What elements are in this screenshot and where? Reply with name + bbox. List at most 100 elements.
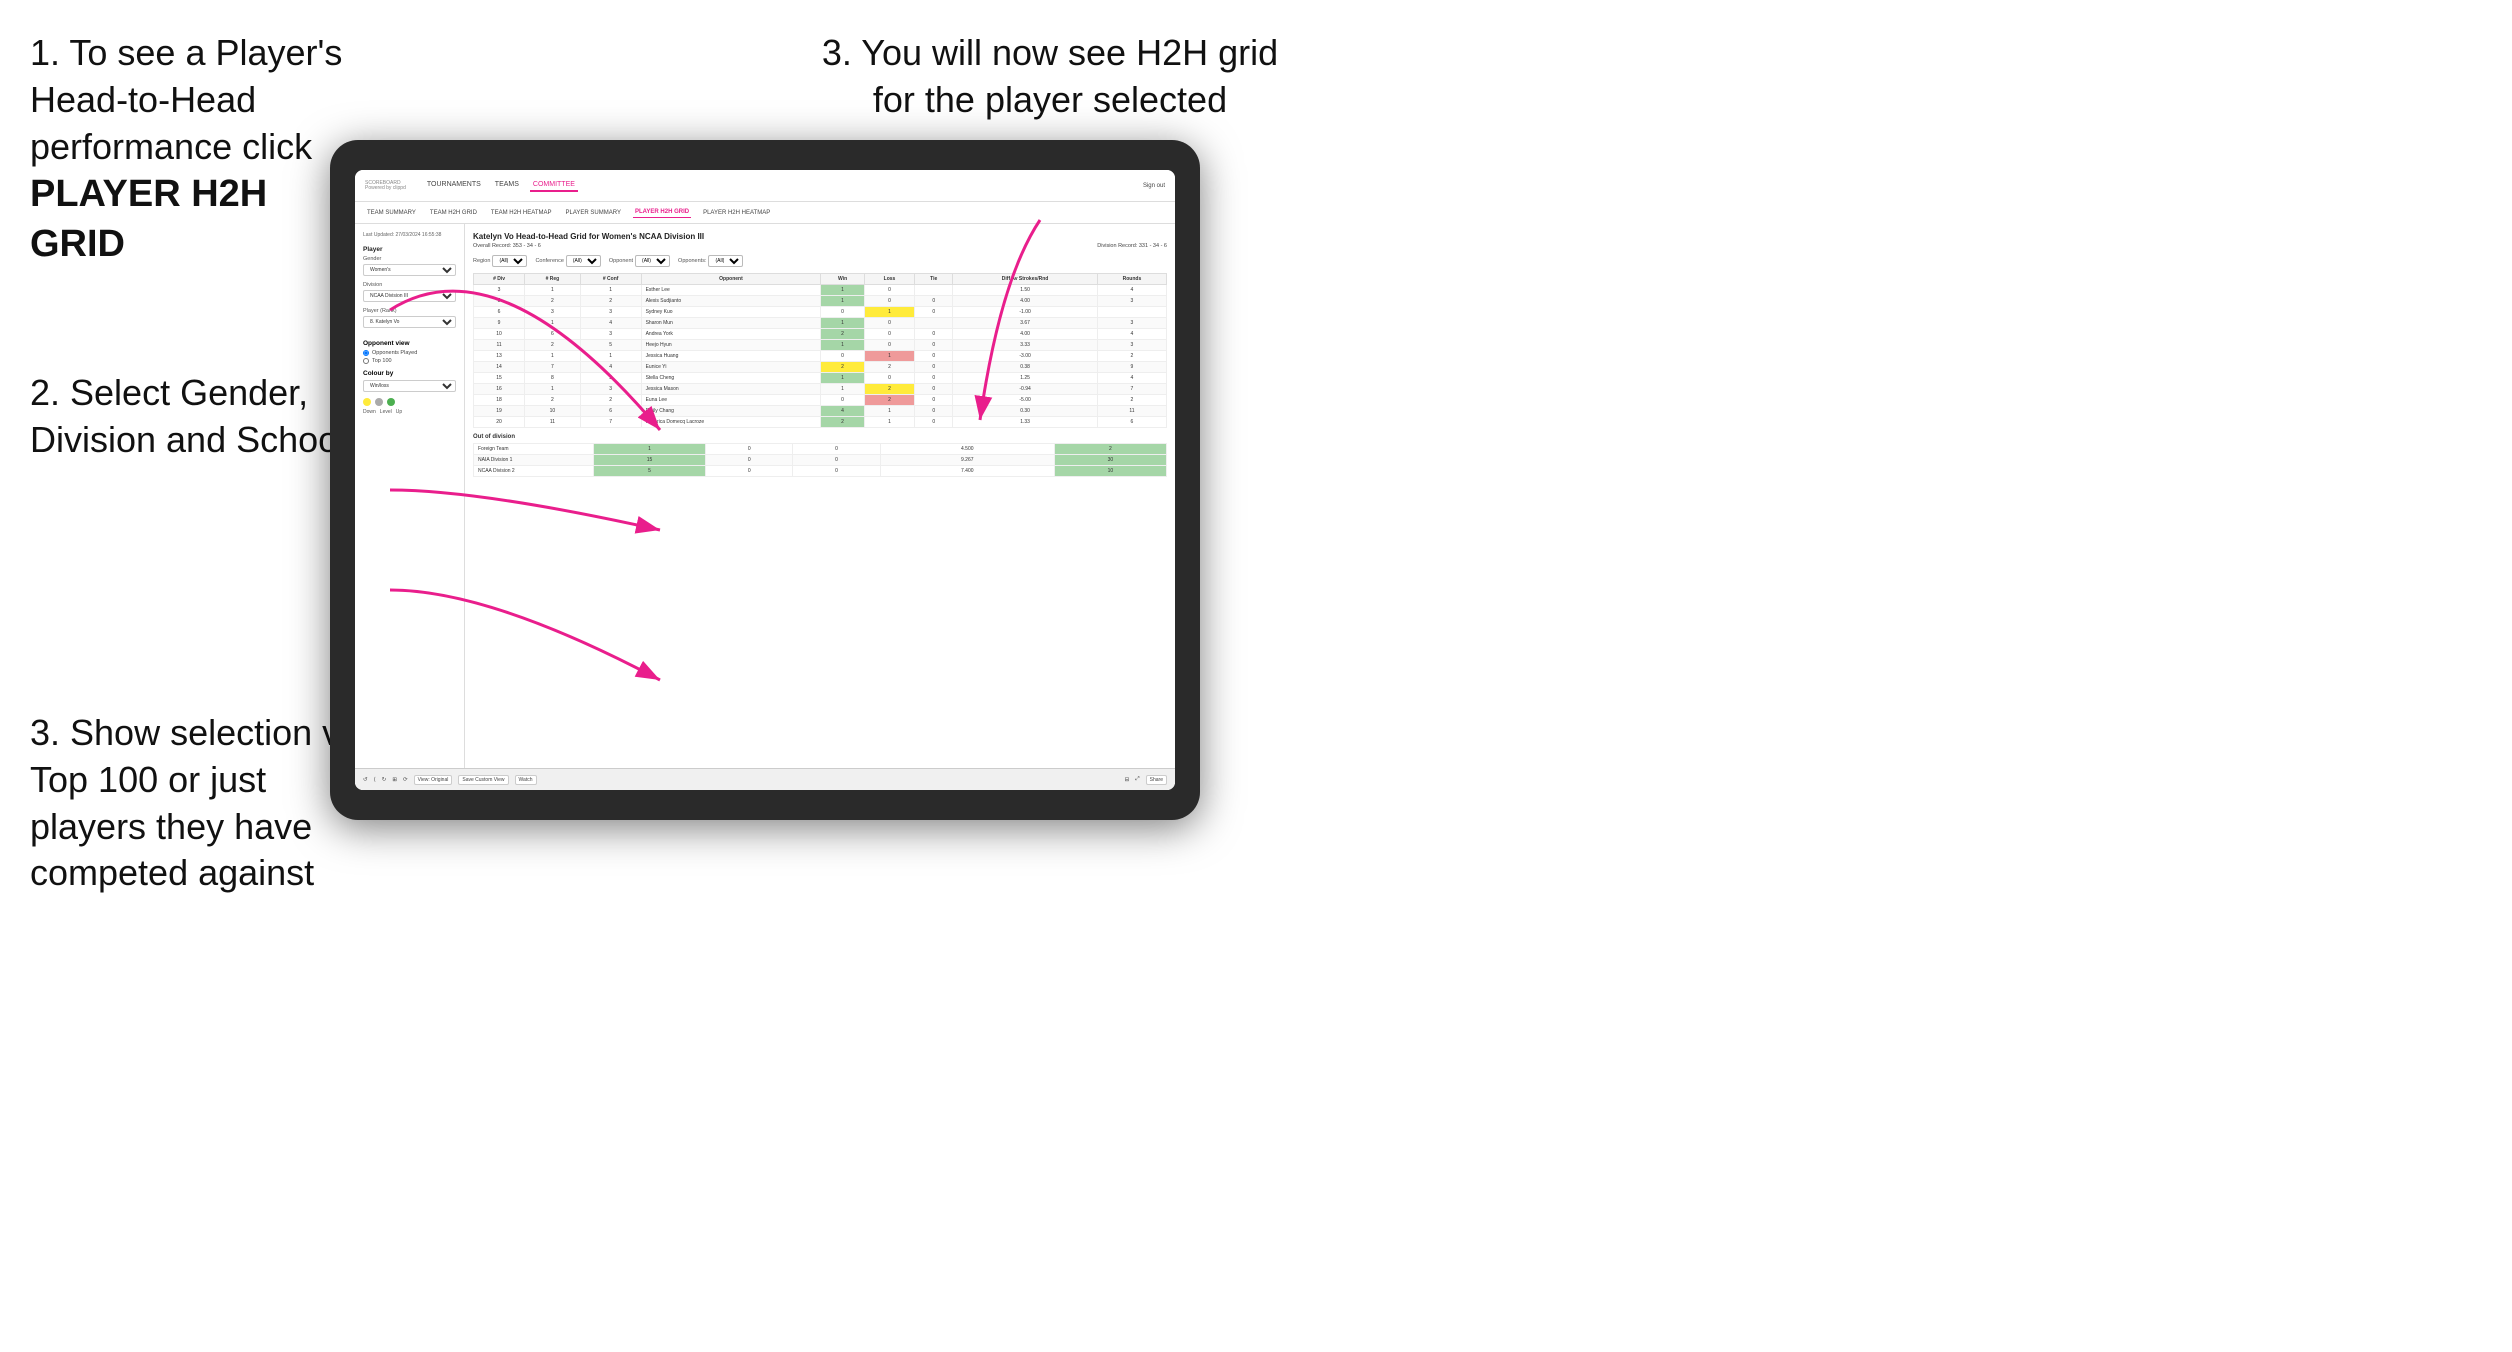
sign-out[interactable]: Sign out bbox=[1143, 183, 1165, 189]
cell-div: 9 bbox=[474, 318, 525, 329]
cell-conf: 1 bbox=[580, 285, 641, 296]
ood-table-row[interactable]: NCAA Division 2 5 0 0 7.400 10 bbox=[474, 466, 1167, 477]
table-row[interactable]: 16 1 3 Jessica Mason 1 2 0 -0.94 7 bbox=[474, 384, 1167, 395]
subnav-team-h2h-heatmap[interactable]: TEAM H2H HEATMAP bbox=[489, 208, 554, 218]
table-row[interactable]: 11 2 5 Heejo Hyun 1 0 0 3.33 3 bbox=[474, 340, 1167, 351]
table-row[interactable]: 15 8 5 Stella Cheng 1 0 0 1.25 4 bbox=[474, 373, 1167, 384]
cell-rounds: 3 bbox=[1097, 318, 1166, 329]
cell-reg: 3 bbox=[525, 307, 581, 318]
nav-tournaments[interactable]: TOURNAMENTS bbox=[424, 179, 484, 192]
opponent-radio-played[interactable]: Opponents Played bbox=[363, 350, 456, 356]
opponent-view-title: Opponent view bbox=[363, 340, 456, 347]
subnav-team-summary[interactable]: TEAM SUMMARY bbox=[365, 208, 418, 218]
col-tie: Tie bbox=[915, 274, 953, 285]
ood-cell-diff: 9.267 bbox=[880, 455, 1054, 466]
cell-diff: 1.50 bbox=[953, 285, 1098, 296]
ood-cell-diff: 4.500 bbox=[880, 444, 1054, 455]
division-select[interactable]: NCAA Division III NCAA Division I NCAA D… bbox=[363, 290, 456, 302]
cell-tie bbox=[915, 285, 953, 296]
table-row[interactable]: 19 10 6 Emily Chang 4 1 0 0.30 11 bbox=[474, 406, 1167, 417]
cell-rounds: 11 bbox=[1097, 406, 1166, 417]
step1-bold: PLAYER H2H GRID bbox=[30, 173, 267, 264]
cell-rounds: 3 bbox=[1097, 296, 1166, 307]
filter-opponents-label-group: Opponents: (All) bbox=[678, 255, 743, 267]
toolbar-refresh[interactable]: ⟳ bbox=[403, 777, 408, 783]
toolbar-more[interactable]: ⊞ bbox=[392, 777, 397, 783]
cell-conf: 3 bbox=[580, 329, 641, 340]
cell-opponent: Sydney Kuo bbox=[641, 307, 821, 318]
cell-win: 1 bbox=[821, 340, 864, 351]
cell-diff: 1.33 bbox=[953, 417, 1098, 428]
main-content: Katelyn Vo Head-to-Head Grid for Women's… bbox=[465, 224, 1175, 790]
toolbar-grid[interactable]: ⊟ bbox=[1125, 777, 1130, 783]
cell-div: 15 bbox=[474, 373, 525, 384]
table-row[interactable]: 5 2 2 Alexis Sudjianto 1 0 0 4.00 3 bbox=[474, 296, 1167, 307]
toolbar-undo[interactable]: ↺ bbox=[363, 777, 368, 783]
cell-rounds: 7 bbox=[1097, 384, 1166, 395]
subnav-player-h2h-grid[interactable]: PLAYER H2H GRID bbox=[633, 207, 691, 218]
toolbar-watch[interactable]: Watch bbox=[515, 775, 537, 785]
nav-teams[interactable]: TEAMS bbox=[492, 179, 522, 192]
colour-by-select[interactable]: Win/loss bbox=[363, 380, 456, 392]
col-div: # Div bbox=[474, 274, 525, 285]
table-row[interactable]: 6 3 3 Sydney Kuo 0 1 0 -1.00 bbox=[474, 307, 1167, 318]
opponent-filter-label: Opponent bbox=[609, 258, 633, 264]
ood-cell-win: 5 bbox=[594, 466, 706, 477]
ood-cell-rounds: 2 bbox=[1054, 444, 1166, 455]
ood-table-row[interactable]: Foreign Team 1 0 0 4.500 2 bbox=[474, 444, 1167, 455]
cell-diff: -3.00 bbox=[953, 351, 1098, 362]
table-row[interactable]: 3 1 1 Esther Lee 1 0 1.50 4 bbox=[474, 285, 1167, 296]
toolbar-share[interactable]: Share bbox=[1146, 775, 1167, 785]
cell-opponent: Jessica Mason bbox=[641, 384, 821, 395]
toolbar-redo[interactable]: ↻ bbox=[382, 777, 387, 783]
cell-loss: 2 bbox=[864, 395, 914, 406]
colour-by-title: Colour by bbox=[363, 370, 456, 377]
cell-rounds: 4 bbox=[1097, 285, 1166, 296]
cell-opponent: Eunice Yi bbox=[641, 362, 821, 373]
ood-table-row[interactable]: NAIA Division 1 15 0 0 9.267 30 bbox=[474, 455, 1167, 466]
subnav-team-h2h-grid[interactable]: TEAM H2H GRID bbox=[428, 208, 479, 218]
cell-diff: 0.30 bbox=[953, 406, 1098, 417]
ood-cell-diff: 7.400 bbox=[880, 466, 1054, 477]
opponent-radio-top100[interactable]: Top 100 bbox=[363, 358, 456, 364]
subnav-player-h2h-heatmap[interactable]: PLAYER H2H HEATMAP bbox=[701, 208, 772, 218]
cell-rounds: 2 bbox=[1097, 351, 1166, 362]
cell-loss: 0 bbox=[864, 318, 914, 329]
opponents-select[interactable]: (All) bbox=[708, 255, 743, 267]
table-row[interactable]: 20 11 7 Federica Domecq Lacroze 2 1 0 1.… bbox=[474, 417, 1167, 428]
ood-cell-tie: 0 bbox=[793, 444, 880, 455]
cell-loss: 2 bbox=[864, 384, 914, 395]
player-select[interactable]: 8. Katelyn Vo bbox=[363, 316, 456, 328]
gender-select[interactable]: Women's Men's bbox=[363, 264, 456, 276]
table-row[interactable]: 18 2 2 Euna Lee 0 2 0 -5.00 2 bbox=[474, 395, 1167, 406]
ood-cell-rounds: 10 bbox=[1054, 466, 1166, 477]
toolbar-save-custom[interactable]: Save Custom View bbox=[458, 775, 508, 785]
cell-div: 6 bbox=[474, 307, 525, 318]
table-row[interactable]: 14 7 4 Eunice Yi 2 2 0 0.38 9 bbox=[474, 362, 1167, 373]
cell-reg: 8 bbox=[525, 373, 581, 384]
toolbar-step-back[interactable]: ⟨ bbox=[374, 777, 376, 783]
cell-rounds: 3 bbox=[1097, 340, 1166, 351]
table-row[interactable]: 9 1 4 Sharon Mun 1 0 3.67 3 bbox=[474, 318, 1167, 329]
ood-cell-tie: 0 bbox=[793, 455, 880, 466]
table-row[interactable]: 10 6 3 Andrea York 2 0 0 4.00 4 bbox=[474, 329, 1167, 340]
toolbar-view-original[interactable]: View: Original bbox=[414, 775, 453, 785]
opponent-filter-select[interactable]: (All) bbox=[635, 255, 670, 267]
region-select[interactable]: (All) bbox=[492, 255, 527, 267]
toolbar-expand[interactable]: ⤢ bbox=[1135, 776, 1139, 783]
division-record: Division Record: 331 - 34 - 6 bbox=[1097, 243, 1167, 249]
cell-reg: 6 bbox=[525, 329, 581, 340]
cell-diff: 4.00 bbox=[953, 296, 1098, 307]
nav-committee[interactable]: COMMITTEE bbox=[530, 179, 578, 192]
out-of-division-header: Out of division bbox=[473, 434, 1167, 440]
cell-opponent: Jessica Huang bbox=[641, 351, 821, 362]
cell-div: 13 bbox=[474, 351, 525, 362]
cell-div: 11 bbox=[474, 340, 525, 351]
cell-tie: 0 bbox=[915, 340, 953, 351]
subnav-player-summary[interactable]: PLAYER SUMMARY bbox=[563, 208, 622, 218]
cell-loss: 0 bbox=[864, 285, 914, 296]
ood-cell-team: Foreign Team bbox=[474, 444, 594, 455]
table-row[interactable]: 13 1 1 Jessica Huang 0 1 0 -3.00 2 bbox=[474, 351, 1167, 362]
nav-items: TOURNAMENTS TEAMS COMMITTEE bbox=[424, 179, 578, 192]
conference-select[interactable]: (All) bbox=[566, 255, 601, 267]
